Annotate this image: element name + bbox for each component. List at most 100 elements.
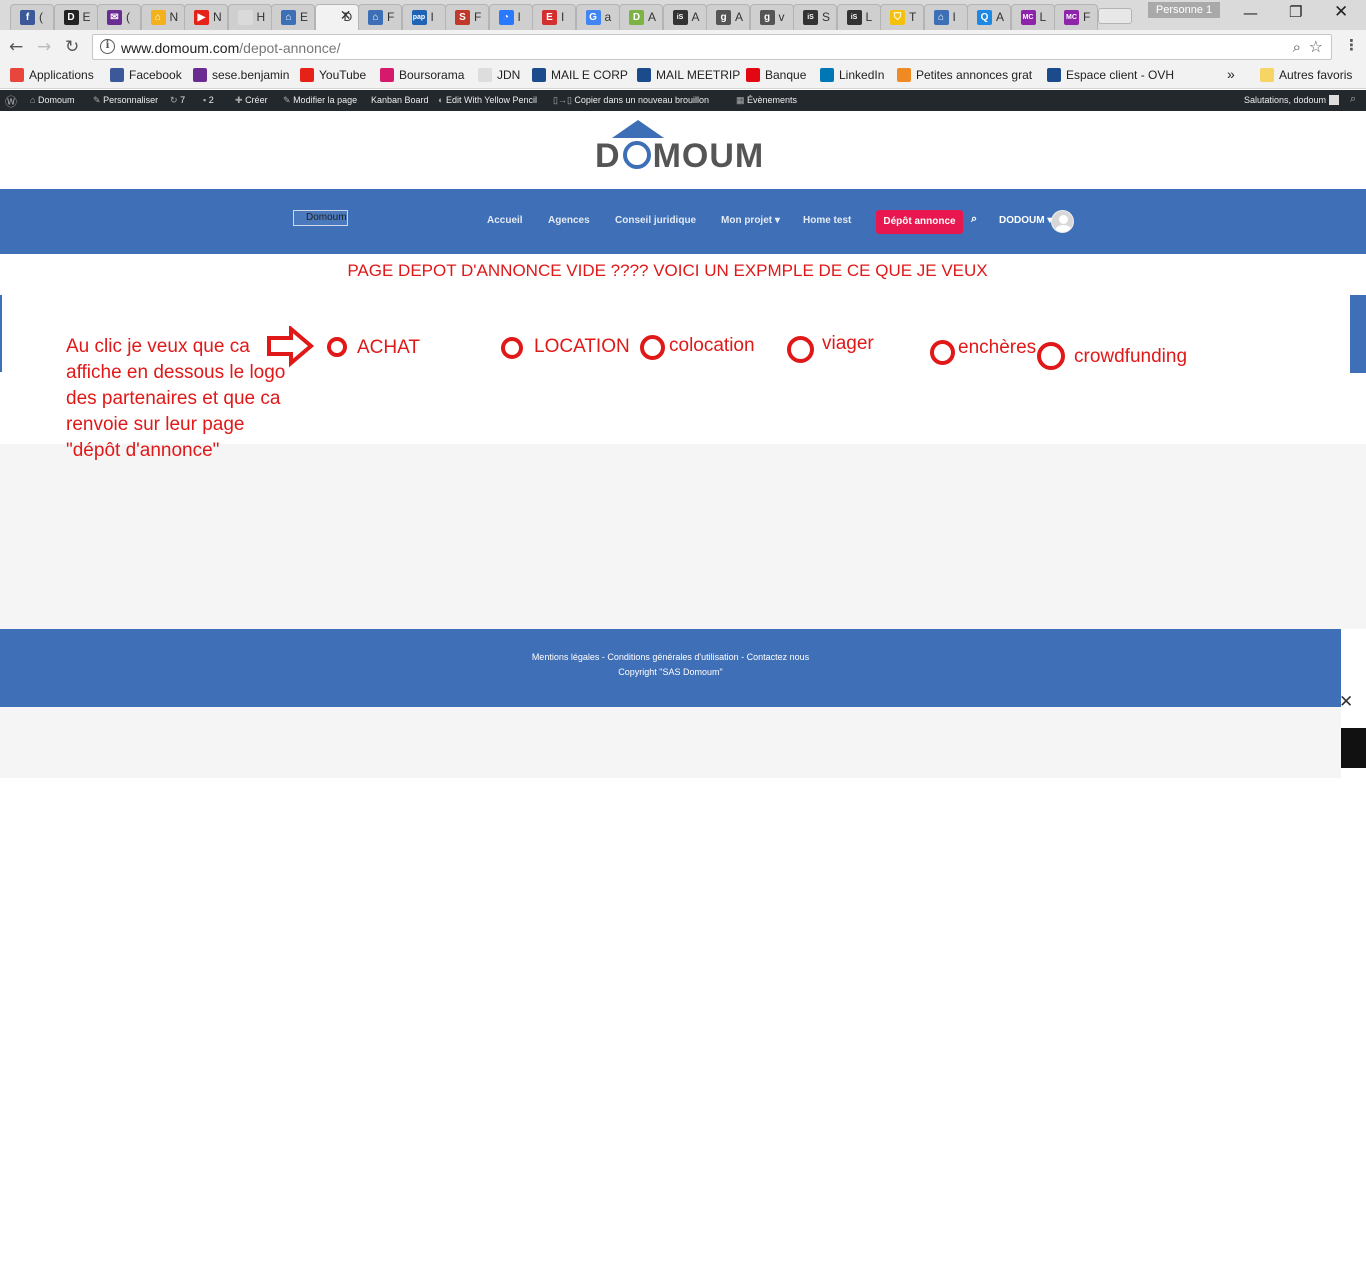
bookmark-item[interactable]: LinkedIn bbox=[820, 68, 884, 82]
radio-encheres[interactable] bbox=[930, 340, 955, 365]
admin-events-link[interactable]: ▦ Évènements bbox=[736, 95, 797, 106]
bookmark-item[interactable]: Espace client - OVH bbox=[1047, 68, 1174, 82]
admin-copy-draft-link[interactable]: ▯→▯ Copier dans un nouveau brouillon bbox=[553, 95, 709, 106]
option-viager[interactable]: viager bbox=[822, 333, 874, 355]
nav-search-icon[interactable]: ⌕ bbox=[971, 213, 977, 226]
admin-updates-link[interactable]: ↻ 7 bbox=[170, 95, 185, 106]
nav-mon-projet[interactable]: Mon projet ▾ bbox=[721, 215, 780, 226]
tab-title: L bbox=[1039, 10, 1047, 24]
reload-icon[interactable]: ↻ bbox=[65, 37, 79, 57]
radio-achat[interactable] bbox=[327, 337, 347, 357]
browser-tab[interactable]: MC L bbox=[1010, 4, 1055, 30]
browser-tab[interactable]: ⌂ N bbox=[140, 4, 185, 30]
browser-tab[interactable]: ⌂ E bbox=[271, 4, 315, 30]
radio-colocation[interactable] bbox=[640, 335, 665, 360]
browser-tab[interactable]: Ga bbox=[575, 4, 620, 30]
bookmark-item[interactable]: Facebook bbox=[110, 68, 182, 82]
radio-location[interactable] bbox=[501, 337, 523, 359]
browser-tab[interactable]: f( bbox=[10, 4, 54, 30]
site-logo[interactable]: D MOUM bbox=[595, 137, 764, 176]
nav-logo-broken-image[interactable]: Domoum bbox=[293, 210, 348, 226]
bookmark-item[interactable]: Applications bbox=[10, 68, 94, 82]
browser-tab[interactable]: iS L bbox=[836, 4, 881, 30]
user-avatar[interactable] bbox=[1051, 210, 1074, 233]
browser-tab[interactable]: QA bbox=[967, 4, 1011, 30]
minimize-icon[interactable]: — bbox=[1243, 4, 1258, 22]
bookmarks-more-icon[interactable]: » bbox=[1227, 66, 1235, 82]
browser-tab[interactable]: iS A bbox=[662, 4, 707, 30]
bookmark-item[interactable]: Boursorama bbox=[380, 68, 464, 82]
site-info-icon[interactable]: i bbox=[100, 39, 115, 54]
address-bar[interactable]: i www.domoum.com/depot-annonce/ ⌕ ☆ bbox=[92, 34, 1332, 60]
tab-title: I bbox=[517, 10, 521, 24]
footer-links[interactable]: Mentions légales - Conditions générales … bbox=[0, 652, 1341, 662]
bookmark-item[interactable]: MAIL E CORP bbox=[532, 68, 628, 82]
browser-tab[interactable]: ⌂ F bbox=[358, 4, 402, 30]
bookmarks-bar: Applications Facebook sese.benjamin YouTube… bbox=[0, 64, 1366, 89]
browser-tab[interactable]: gv bbox=[749, 4, 794, 30]
wordpress-icon[interactable]: Ⓦ bbox=[5, 93, 17, 110]
option-crowdfunding[interactable]: crowdfunding bbox=[1074, 346, 1187, 368]
bookmark-item[interactable]: JDN bbox=[478, 68, 520, 82]
option-location[interactable]: LOCATION bbox=[534, 336, 630, 358]
new-tab-button[interactable] bbox=[1098, 8, 1132, 24]
depot-annonce-button[interactable]: Dépôt annonce bbox=[876, 210, 963, 234]
tab-close-icon[interactable]: ✕ bbox=[340, 8, 352, 24]
bookmark-item[interactable]: MAIL MEETRIP bbox=[637, 68, 740, 82]
forward-icon[interactable]: → bbox=[37, 37, 51, 57]
browser-tab[interactable]: SF bbox=[445, 4, 489, 30]
nav-accueil[interactable]: Accueil bbox=[487, 215, 523, 226]
browser-tab[interactable]: ▶ N bbox=[184, 4, 228, 30]
browser-tab[interactable]: pap I bbox=[401, 4, 446, 30]
browser-tab[interactable]: EI bbox=[532, 4, 576, 30]
bookmark-favicon-icon bbox=[193, 68, 207, 82]
radio-viager[interactable] bbox=[787, 336, 814, 363]
admin-edit-page-link[interactable]: ✎ Modifier la page bbox=[283, 95, 357, 106]
admin-customize-link[interactable]: ✎ Personnaliser bbox=[93, 95, 158, 106]
site-footer: Mentions légales - Conditions générales … bbox=[0, 629, 1341, 707]
nav-agences[interactable]: Agences bbox=[548, 215, 590, 226]
bookmark-favicon-icon bbox=[380, 68, 394, 82]
browser-tab[interactable]: iS S bbox=[793, 4, 837, 30]
bookmark-item[interactable]: sese.benjamin bbox=[193, 68, 289, 82]
browser-tab[interactable]: gA bbox=[706, 4, 750, 30]
browser-tab[interactable]: ⛉ T bbox=[880, 4, 924, 30]
admin-create-link[interactable]: ✚ Créer bbox=[235, 95, 268, 106]
restore-icon[interactable]: ❐ bbox=[1289, 3, 1302, 21]
other-bookmarks[interactable]: Autres favoris bbox=[1260, 68, 1352, 82]
close-icon[interactable]: ✕ bbox=[1339, 692, 1353, 712]
admin-comments-link[interactable]: ▪ 2 bbox=[203, 95, 214, 105]
bookmark-favicon-icon bbox=[532, 68, 546, 82]
browser-menu-icon[interactable]: ⋮ bbox=[1344, 36, 1359, 54]
url-text[interactable]: www.domoum.com/depot-annonce/ bbox=[121, 40, 340, 56]
browser-tab[interactable]: H bbox=[227, 4, 272, 30]
browser-tab[interactable]: ⌂ I bbox=[923, 4, 968, 30]
browser-tab[interactable]: DA bbox=[619, 4, 663, 30]
radio-crowdfunding[interactable] bbox=[1037, 342, 1065, 370]
option-achat[interactable]: ACHAT bbox=[357, 337, 420, 359]
admin-yellow-pencil-link[interactable]: ◐ Edit With Yellow Pencil bbox=[438, 95, 537, 105]
bookmark-item[interactable]: Banque bbox=[746, 68, 806, 82]
option-encheres[interactable]: enchères bbox=[958, 337, 1036, 359]
browser-tab[interactable]: ✉( bbox=[97, 4, 141, 30]
bookmark-item[interactable]: YouTube bbox=[300, 68, 366, 82]
option-colocation[interactable]: colocation bbox=[669, 335, 755, 357]
nav-home-test[interactable]: Home test bbox=[803, 215, 851, 226]
browser-tab[interactable]: DE bbox=[53, 4, 98, 30]
admin-search-icon[interactable]: ⌕ bbox=[1350, 93, 1356, 106]
close-window-icon[interactable]: ✕ bbox=[1334, 2, 1348, 22]
browser-tab[interactable]: ◔ I bbox=[488, 4, 533, 30]
admin-greeting[interactable]: Salutations, dodoum bbox=[1244, 95, 1339, 105]
admin-site-link[interactable]: ⌂ Domoum bbox=[30, 95, 74, 105]
profile-button[interactable]: Personne 1 bbox=[1148, 2, 1220, 18]
browser-tab[interactable]: D ✕ bbox=[314, 4, 359, 30]
bookmark-item[interactable]: Petites annonces grat bbox=[897, 68, 1032, 82]
admin-kanban-link[interactable]: Kanban Board bbox=[371, 95, 429, 105]
browser-tab[interactable]: MC F bbox=[1054, 4, 1098, 30]
floating-widget[interactable] bbox=[1341, 728, 1366, 768]
nav-conseil-juridique[interactable]: Conseil juridique bbox=[615, 215, 696, 226]
back-icon[interactable]: ← bbox=[9, 37, 23, 57]
zoom-icon[interactable]: ⌕ bbox=[1293, 38, 1301, 56]
nav-user-menu[interactable]: DODOUM ▾ bbox=[999, 215, 1052, 226]
bookmark-star-icon[interactable]: ☆ bbox=[1309, 37, 1323, 56]
